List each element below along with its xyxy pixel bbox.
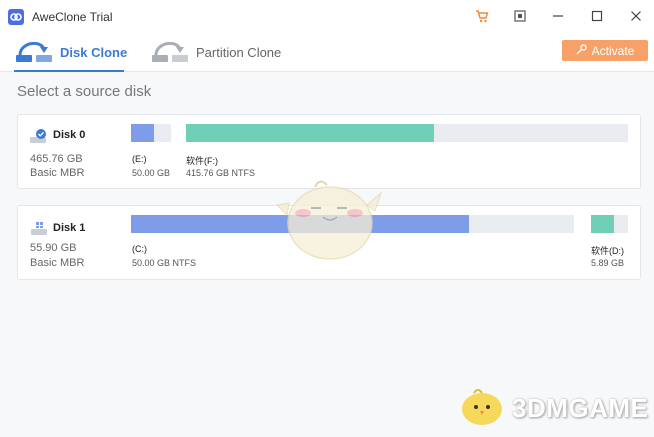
partition-label: 软件(D:) (591, 246, 624, 256)
restore-icon[interactable] (506, 4, 534, 28)
partition-label: (C:) (132, 244, 147, 254)
partition-label: 软件(F:) (186, 156, 218, 166)
partition-bar-svg (131, 124, 171, 142)
mascot-watermark-icon (275, 175, 385, 270)
disk-type: Basic MBR (30, 167, 85, 179)
disk-size: 55.90 GB (30, 242, 77, 254)
partition-bar[interactable] (131, 124, 171, 142)
tab-bar: Disk Clone Partition Clone (0, 33, 654, 72)
tab-disk-clone[interactable]: Disk Clone (14, 33, 128, 72)
app-title: AweClone Trial (32, 10, 113, 24)
title-bar: AweClone Trial (0, 0, 654, 33)
disk-name: Disk 1 (53, 222, 86, 234)
page-heading: Select a source disk (17, 83, 152, 100)
partition-label: (E:) (132, 154, 147, 164)
minimize-icon[interactable] (544, 4, 572, 28)
tab-disk-clone-label: Disk Clone (60, 44, 128, 60)
partition-bar[interactable] (186, 124, 628, 142)
site-watermark: 3DMGAME (458, 385, 648, 432)
activate-button[interactable]: Activate (562, 40, 648, 61)
cart-icon[interactable] (468, 4, 496, 28)
tab-partition-clone-label: Partition Clone (196, 44, 282, 60)
disk-icon (29, 221, 47, 235)
partition-detail: 5.89 GB (591, 258, 625, 268)
disk-clone-icon (14, 35, 54, 70)
disk-size: 465.76 GB (30, 153, 83, 165)
chick-logo-icon (458, 385, 506, 432)
activate-label: Activate (591, 43, 635, 58)
watermark-text: 3DMGAME (512, 393, 649, 423)
partition-bar-svg (186, 124, 628, 142)
partition-detail: 415.76 GB NTFS (186, 168, 256, 178)
close-icon[interactable] (622, 4, 650, 28)
key-icon (576, 43, 587, 58)
partition-bar-svg (591, 215, 628, 233)
disk-type: Basic MBR (30, 257, 85, 269)
disk-icon (29, 129, 47, 143)
partition-detail: 50.00 GB NTFS (132, 258, 197, 268)
maximize-icon[interactable] (583, 4, 611, 28)
tab-partition-clone[interactable]: Partition Clone (150, 33, 281, 71)
partition-detail: 50.00 GB (132, 168, 171, 178)
aweclone-logo-icon (8, 9, 24, 25)
partition-clone-icon (150, 35, 190, 70)
disk-name: Disk 0 (53, 129, 86, 141)
active-tab-indicator (14, 70, 124, 72)
partition-bar[interactable] (591, 215, 628, 233)
